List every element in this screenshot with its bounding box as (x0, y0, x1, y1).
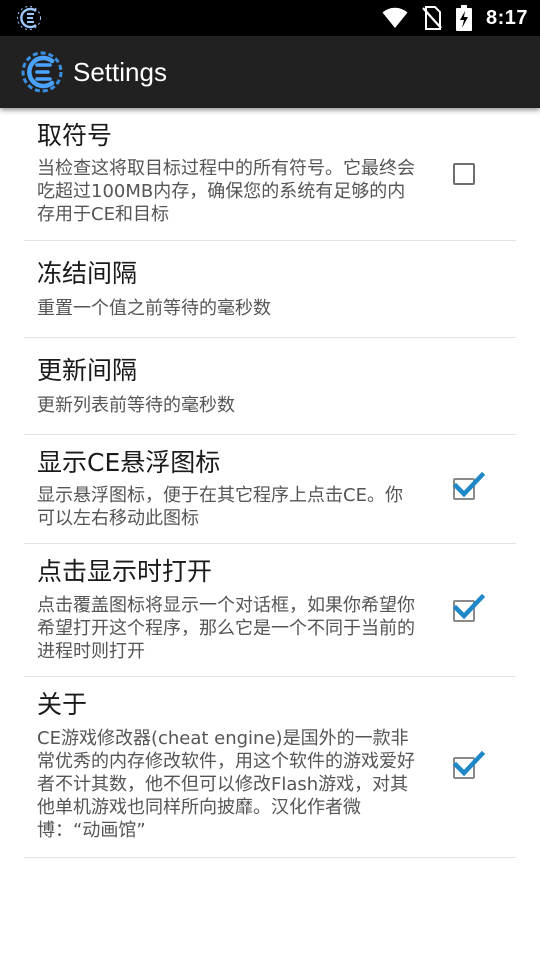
pref-freeze-interval[interactable]: 冻结间隔 重置一个值之前等待的毫秒数 (24, 241, 516, 338)
cheat-engine-notification-icon (17, 6, 41, 30)
show-floating-icon-checkbox[interactable] (452, 471, 486, 500)
page-title: Settings (73, 57, 167, 87)
open-on-tap-checkbox[interactable] (452, 593, 486, 622)
checkmark-icon (452, 750, 486, 777)
pref-title: 取符号 (37, 121, 113, 150)
app-bar: Settings (0, 36, 540, 108)
pref-about[interactable]: 关于 CE游戏修改器(cheat engine)是国外的一款非常优秀的内存修改软… (24, 677, 516, 858)
status-bar: 8:17 (0, 0, 540, 36)
checkmark-icon (452, 593, 486, 620)
pref-title: 冻结间隔 (37, 259, 138, 288)
pref-title: 显示CE悬浮图标 (37, 448, 221, 477)
pref-title: 点击显示时打开 (37, 557, 213, 586)
wifi-icon (382, 7, 408, 29)
no-sim-icon (422, 6, 442, 30)
cheat-engine-logo-icon[interactable] (20, 50, 64, 94)
checkmark-icon (452, 471, 486, 498)
pref-show-floating-icon[interactable]: 显示CE悬浮图标 显示悬浮图标，便于在其它程序上点击CE。你可以左右移动此图标 (24, 435, 516, 544)
pref-update-interval[interactable]: 更新间隔 更新列表前等待的毫秒数 (24, 338, 516, 435)
pref-summary: 点击覆盖图标将显示一个对话框，如果你希望你希望打开这个程序，那么它是一个不同于当… (37, 595, 415, 662)
pref-summary: CE游戏修改器(cheat engine)是国外的一款非常优秀的内存修改软件，用… (37, 728, 415, 841)
pref-fetch-symbols[interactable]: 取符号 当检查这将取目标过程中的所有符号。它最终会吃超过100MB内存，确保您的… (24, 108, 516, 241)
pref-title: 更新间隔 (37, 356, 138, 385)
pref-summary: 更新列表前等待的毫秒数 (37, 395, 235, 416)
pref-summary: 当检查这将取目标过程中的所有符号。它最终会吃超过100MB内存，确保您的系统有足… (37, 158, 415, 225)
battery-charging-icon (455, 5, 472, 31)
about-checkbox[interactable] (452, 750, 486, 779)
fetch-symbols-checkbox[interactable] (453, 163, 475, 185)
status-icons: 8:17 (382, 0, 528, 36)
pref-open-on-tap[interactable]: 点击显示时打开 点击覆盖图标将显示一个对话框，如果你希望你希望打开这个程序，那么… (24, 544, 516, 677)
pref-title: 关于 (37, 690, 88, 719)
pref-summary: 重置一个值之前等待的毫秒数 (37, 298, 271, 319)
status-time: 8:17 (485, 6, 528, 29)
pref-summary: 显示悬浮图标，便于在其它程序上点击CE。你可以左右移动此图标 (37, 485, 403, 529)
